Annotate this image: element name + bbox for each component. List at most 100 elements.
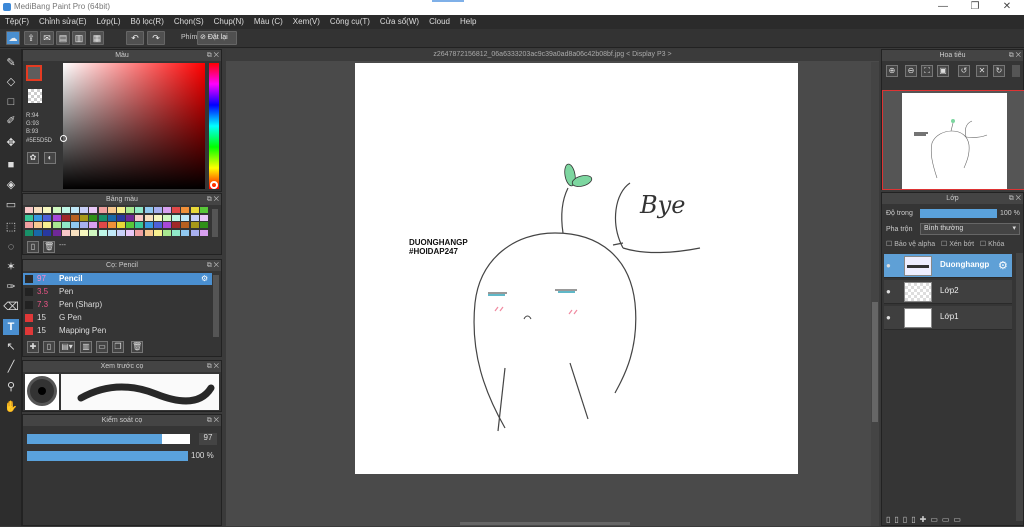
palette-swatch[interactable] [71,214,79,221]
brush-item-pen[interactable]: 3.5 Pen [23,286,212,298]
rotate-right-icon[interactable]: ↻ [993,65,1005,77]
palette-swatch[interactable] [98,229,107,236]
document-tab[interactable]: z2647872156812_06a6333203ac9c39a0ad8a06c… [226,49,879,61]
eye-icon[interactable]: ● [886,287,894,296]
menu-layer[interactable]: Lớp(L) [92,15,126,29]
brush-menu-icon[interactable]: ▤▾ [59,341,75,353]
palette-swatch[interactable] [117,222,125,228]
palette-swatch[interactable] [199,229,208,236]
palette-swatch[interactable] [199,214,208,221]
dot-tool-icon[interactable]: □ [3,94,19,110]
palette-swatch[interactable] [107,214,116,221]
redo-icon[interactable]: ↷ [147,31,165,45]
color-saturation-picker[interactable] [63,63,205,189]
add-brush-icon[interactable]: ✚ [27,341,39,353]
divide-tool-icon[interactable]: ╱ [3,359,19,375]
palette-swatch[interactable] [61,207,70,213]
panel-buttons[interactable]: ⧉ ✕ [207,50,219,61]
foreground-color[interactable] [26,65,42,81]
palette-swatch[interactable] [163,207,171,213]
palette-swatch[interactable] [135,214,144,221]
eye-icon[interactable]: ● [886,313,894,322]
hue-cursor[interactable] [210,181,218,189]
layer-row-lop1[interactable]: ● Lớp1 [884,306,1012,330]
actual-size-icon[interactable]: ▣ [937,65,949,77]
palette-swatch[interactable] [190,207,199,213]
palette-swatch[interactable] [172,222,181,228]
menu-help[interactable]: Help [455,15,481,29]
menu-view[interactable]: Xem(V) [288,15,325,29]
palette-swatch[interactable] [117,214,125,221]
share-icon[interactable]: ⇪ [24,31,38,45]
palette-swatch[interactable] [52,222,61,228]
palette-swatch[interactable] [135,222,144,228]
lock-checkbox[interactable]: ☐ Khóa [980,241,1005,248]
palette-swatch[interactable] [144,222,153,228]
layer-opacity-slider[interactable] [920,209,997,218]
palette-swatch[interactable] [25,214,33,221]
new-palette-icon[interactable]: ▯ [27,241,39,253]
palette-swatch[interactable] [199,222,208,228]
palette-swatch[interactable] [153,222,162,228]
palette-swatch[interactable] [163,229,171,236]
select-pen-icon[interactable]: ✑ [3,279,19,295]
palette-swatch[interactable] [153,229,162,236]
menu-edit[interactable]: Chỉnh sửa(E) [34,15,92,29]
zoom-out-icon[interactable]: ⊖ [905,65,917,77]
hue-slider[interactable] [209,63,219,189]
menu-cloud[interactable]: Cloud [424,15,455,29]
palette-swatch[interactable] [117,207,125,213]
delete-palette-icon[interactable]: 🗑 [43,241,55,253]
vertical-scroll-thumb[interactable] [872,302,878,422]
palette-swatch[interactable] [181,214,190,221]
palette-swatch[interactable] [80,229,89,236]
maximize-button[interactable]: ❐ [960,0,990,15]
palette-swatch[interactable] [71,229,79,236]
palette-swatch[interactable] [80,222,89,228]
operation-tool-icon[interactable]: ↖ [3,339,19,355]
palette-swatch[interactable] [144,207,153,213]
palette-swatch[interactable] [163,222,171,228]
vertical-scrollbar[interactable] [871,62,879,526]
panel-buttons[interactable]: ⧉ ✕ [1009,193,1021,204]
eye-icon[interactable]: ● [886,261,894,270]
palette-swatch[interactable] [43,222,52,228]
color-wheel-icon[interactable]: ✿ [27,152,39,164]
select-eraser-icon[interactable]: ⌫ [3,299,19,315]
palette-swatch[interactable] [98,214,107,221]
opacity-slider[interactable] [27,451,188,461]
palette-scrollbar[interactable] [212,209,218,237]
close-button[interactable]: ✕ [992,0,1022,15]
palette-swatch[interactable] [98,222,107,228]
undo-icon[interactable]: ↶ [126,31,144,45]
palette-swatch[interactable] [25,207,33,213]
palette-swatch[interactable] [144,229,153,236]
brush-item-g-pen[interactable]: 15 G Pen [23,312,212,324]
palette-swatch[interactable] [98,207,107,213]
menu-select[interactable]: Chọn(S) [169,15,209,29]
palette-swatch[interactable] [153,214,162,221]
bucket-tool-icon[interactable]: ◈ [3,177,19,193]
text-tool-icon[interactable]: T [3,319,19,335]
cloud-icon[interactable]: ☁ [6,31,20,45]
brush-scrollbar[interactable] [213,275,219,337]
palette-swatch[interactable] [89,229,98,236]
menu-tools[interactable]: Công cụ(T) [325,15,375,29]
palette-swatch[interactable] [172,229,181,236]
palette-swatch[interactable] [80,214,89,221]
palette-swatch[interactable] [52,214,61,221]
panel-buttons[interactable]: ⧉ ✕ [207,260,219,271]
folder-icon[interactable]: ▭ [96,341,108,353]
palette-swatch[interactable] [190,222,199,228]
palette-swatch[interactable] [181,229,190,236]
palette-swatch[interactable] [89,207,98,213]
brush-item-mapping-pen[interactable]: 15 Mapping Pen [23,325,212,337]
brush-tool-icon[interactable]: ✎ [3,55,19,71]
palette-swatch[interactable] [34,222,43,228]
palette-swatch[interactable] [34,207,43,213]
gradient-tool-icon[interactable]: ▭ [3,197,19,213]
menu-snap[interactable]: Chụp(N) [209,15,249,29]
fit-icon[interactable]: ⛶ [921,65,933,77]
palette-swatch[interactable] [25,229,33,236]
palette-swatch[interactable] [61,222,70,228]
